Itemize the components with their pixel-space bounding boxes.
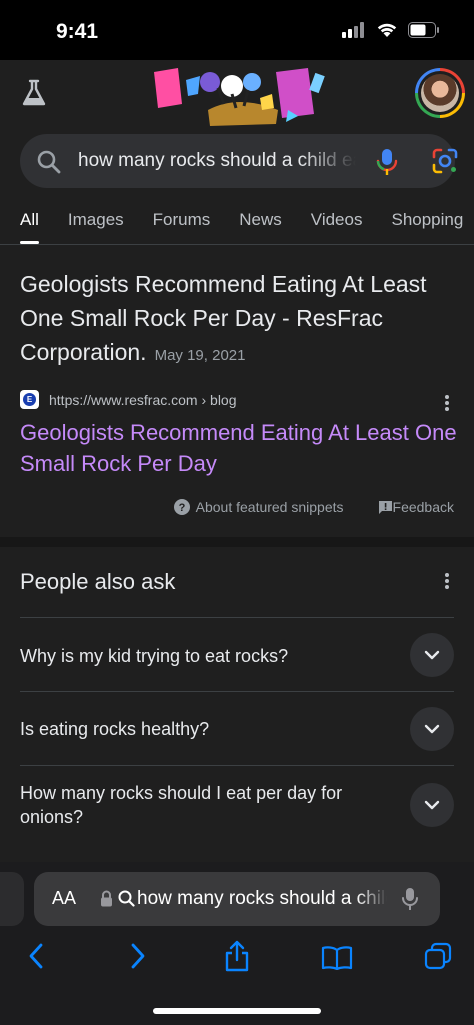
google-header xyxy=(0,60,474,130)
expand-button[interactable] xyxy=(410,633,454,677)
text-size-button[interactable]: AA xyxy=(52,888,76,909)
google-doodle[interactable] xyxy=(148,64,326,130)
paa-question-text: How many rocks should I eat per day for … xyxy=(20,783,343,827)
more-options-icon[interactable] xyxy=(444,395,450,413)
text-size-label: AA xyxy=(52,888,77,908)
chevron-down-icon xyxy=(424,724,440,734)
lock-icon xyxy=(101,890,112,907)
source-row[interactable]: E https://www.resfrac.com › blog xyxy=(20,390,237,409)
snippet-date: May 19, 2021 xyxy=(154,347,246,364)
microphone-icon[interactable] xyxy=(376,148,398,176)
source-url[interactable]: https://www.resfrac.com › blog xyxy=(49,392,237,408)
status-time: 9:41 xyxy=(56,20,99,43)
help-circle-icon: ? xyxy=(173,499,190,515)
people-also-ask: People also ask Why is my kid trying to … xyxy=(0,547,474,862)
share-icon[interactable] xyxy=(224,940,250,972)
paa-more-options-icon[interactable] xyxy=(444,573,450,591)
featured-snippet: Geologists Recommend Eating At Least One… xyxy=(0,245,474,537)
cellular-signal-icon xyxy=(342,22,364,38)
paa-question-text: Is eating rocks healthy? xyxy=(20,719,210,739)
search-icon xyxy=(37,150,61,174)
about-snippets-link[interactable]: About featured snippets xyxy=(196,499,344,515)
status-bar: 9:41 xyxy=(0,0,474,60)
profile-avatar[interactable] xyxy=(415,68,465,118)
search-tabs: All Images Forums News Videos Shopping xyxy=(0,200,474,244)
flask-icon[interactable] xyxy=(20,78,48,108)
safari-bottom-bar: AA how many rocks should a child eat xyxy=(0,862,474,1025)
paa-question-2[interactable]: Is eating rocks healthy? xyxy=(20,691,454,765)
home-indicator xyxy=(153,1008,321,1014)
paa-question-3[interactable]: How many rocks should I eat per day for … xyxy=(20,765,454,860)
paa-question-text: Why is my kid trying to eat rocks? xyxy=(20,646,289,666)
svg-text:?: ? xyxy=(178,502,185,514)
avatar-photo xyxy=(421,74,459,112)
google-lens-icon[interactable] xyxy=(432,148,458,174)
tab-images[interactable]: Images xyxy=(68,200,124,244)
search-box[interactable]: how many rocks should a child eat xyxy=(20,134,458,188)
previous-tab-preview[interactable] xyxy=(0,872,24,926)
tabs-icon[interactable] xyxy=(424,942,452,970)
back-icon[interactable] xyxy=(28,942,44,970)
address-bar[interactable]: AA how many rocks should a child eat xyxy=(34,872,440,926)
tab-forums[interactable]: Forums xyxy=(153,200,211,244)
search-icon xyxy=(118,890,135,907)
search-input[interactable]: how many rocks should a child eat xyxy=(78,150,356,172)
tab-news[interactable]: News xyxy=(239,200,282,244)
tab-videos[interactable]: Videos xyxy=(311,200,363,244)
expand-button[interactable] xyxy=(410,783,454,827)
chevron-down-icon xyxy=(424,650,440,660)
dictation-microphone-icon[interactable] xyxy=(402,887,418,911)
paa-question-1[interactable]: Why is my kid trying to eat rocks? xyxy=(20,617,454,691)
status-icons xyxy=(342,22,440,38)
chevron-down-icon xyxy=(424,800,440,810)
section-separator xyxy=(0,537,474,547)
site-favicon-icon: E xyxy=(20,390,39,409)
forward-icon[interactable] xyxy=(130,942,146,970)
feedback-icon xyxy=(378,500,392,514)
wifi-icon xyxy=(377,23,397,37)
bookmarks-icon[interactable] xyxy=(321,946,353,970)
address-text[interactable]: how many rocks should a child eat xyxy=(137,888,387,910)
tab-shopping[interactable]: Shopping xyxy=(391,200,463,244)
paa-title: People also ask xyxy=(20,569,176,594)
result-link[interactable]: Geologists Recommend Eating At Least One… xyxy=(20,417,460,479)
snippet-title: Geologists Recommend Eating At Least One… xyxy=(20,267,460,373)
feedback-link[interactable]: Feedback xyxy=(393,499,454,515)
tab-all[interactable]: All xyxy=(20,200,39,244)
snippet-footer: ? About featured snippets Feedback xyxy=(173,499,454,515)
expand-button[interactable] xyxy=(410,707,454,751)
battery-icon xyxy=(408,22,439,38)
